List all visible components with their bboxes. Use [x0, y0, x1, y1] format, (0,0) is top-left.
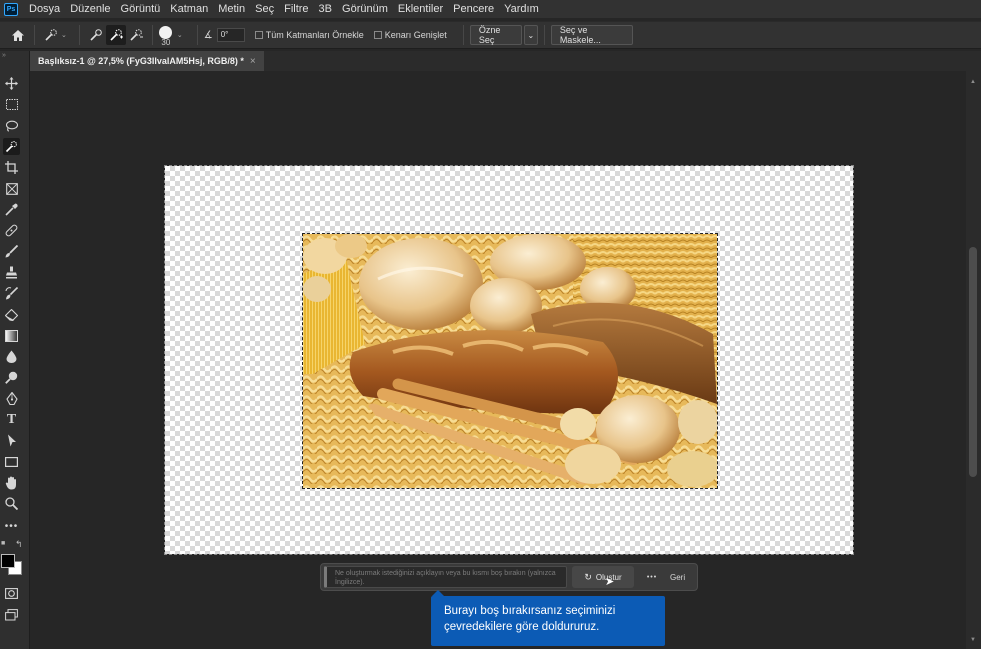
menu-file[interactable]: Dosya — [24, 3, 65, 15]
quick-selection-tool-icon[interactable] — [3, 138, 20, 155]
generate-button[interactable]: ↻ Oluştur ➤ — [572, 566, 634, 588]
bread-and-pasta-image — [302, 233, 718, 489]
healing-brush-tool-icon[interactable] — [3, 222, 20, 239]
menu-plugins[interactable]: Eklentiler — [393, 3, 448, 15]
menu-view[interactable]: Görünüm — [337, 3, 393, 15]
chevron-down-icon[interactable]: ⌄ — [177, 31, 183, 39]
more-tools-icon[interactable]: ••• — [3, 518, 20, 535]
swap-colors-icon[interactable]: ↰ — [15, 539, 23, 550]
close-tab-icon[interactable]: × — [250, 56, 256, 67]
dodge-tool-icon[interactable] — [3, 369, 20, 386]
angle-input[interactable]: 0° — [216, 28, 245, 42]
foreground-color-swatch[interactable] — [1, 554, 15, 568]
document-tab[interactable]: Başlıksız-1 @ 27,5% (FyG3IlvalAM5Hsj, RG… — [30, 51, 264, 71]
document-tab-bar: Başlıksız-1 @ 27,5% (FyG3IlvalAM5Hsj, RG… — [30, 51, 981, 71]
enhance-edge-label: Kenarı Genişlet — [384, 30, 447, 40]
scrollbar-thumb[interactable] — [969, 247, 977, 477]
menu-layer[interactable]: Katman — [165, 3, 213, 15]
generative-fill-tooltip: Burayı boş bırakırsanız seçiminizi çevre… — [431, 596, 665, 646]
hand-tool-icon[interactable] — [3, 474, 20, 491]
document-tab-title: Başlıksız-1 @ 27,5% (FyG3IlvalAM5Hsj, RG… — [38, 56, 244, 66]
eraser-tool-icon[interactable] — [3, 306, 20, 323]
brush-tool-icon[interactable] — [3, 243, 20, 260]
menu-help[interactable]: Yardım — [499, 3, 544, 15]
crop-tool-icon[interactable] — [3, 159, 20, 176]
subtract-from-selection-brush-icon[interactable] — [126, 25, 146, 45]
generate-icon: ↻ — [584, 571, 592, 582]
move-tool-icon[interactable] — [3, 75, 20, 92]
contextual-task-bar: Ne oluşturmak istediğinizi açıklayın vey… — [320, 563, 698, 591]
enhance-edge-checkbox[interactable]: Kenarı Genişlet — [373, 30, 447, 40]
options-divider — [151, 25, 153, 45]
panel-collapse-icon[interactable]: » — [2, 52, 6, 59]
screen-mode-icon[interactable] — [3, 606, 20, 623]
options-bar: ⌄ 30 ⌄ ∡ 0° Tüm Katmanları Örnekle Kenar… — [0, 21, 981, 49]
photoshop-window: Ps Dosya Düzenle Görüntü Katman Metin Se… — [0, 0, 981, 649]
add-to-selection-brush-icon[interactable] — [105, 25, 126, 45]
sample-all-layers-label: Tüm Katmanları Örnekle — [265, 30, 364, 40]
menu-3d[interactable]: 3B — [314, 3, 337, 15]
chevron-down-icon[interactable]: ⌄ — [61, 31, 67, 39]
brush-size-picker[interactable]: 30 — [158, 21, 173, 49]
rectangle-tool-icon[interactable] — [3, 453, 20, 470]
path-selection-tool-icon[interactable] — [3, 432, 20, 449]
mouse-cursor-icon: ➤ — [605, 576, 615, 588]
brush-circle-icon — [158, 25, 172, 39]
default-colors-icon[interactable]: ■ — [1, 540, 5, 547]
select-subject-button[interactable]: Özne Seç — [469, 25, 522, 45]
options-divider — [78, 25, 80, 45]
tool-preset-quick-selection-icon[interactable] — [41, 25, 61, 45]
zoom-tool-icon[interactable] — [3, 495, 20, 512]
ps-logo-icon: Ps — [4, 2, 18, 16]
select-and-mask-button[interactable]: Seç ve Maskele... — [550, 25, 633, 45]
history-brush-tool-icon[interactable] — [3, 285, 20, 302]
eyedropper-tool-icon[interactable] — [3, 201, 20, 218]
options-divider — [543, 25, 545, 45]
new-selection-brush-icon[interactable] — [86, 25, 106, 45]
options-divider — [196, 25, 198, 45]
tools-panel: » T ••• ■ ↰ — [0, 51, 30, 649]
options-divider — [462, 25, 464, 45]
home-icon[interactable] — [8, 25, 28, 45]
vertical-scrollbar[interactable]: ▲ ▼ — [966, 71, 981, 649]
menu-window[interactable]: Pencere — [448, 3, 499, 15]
menu-select[interactable]: Seç — [250, 3, 279, 15]
blur-tool-icon[interactable] — [3, 348, 20, 365]
type-tool-icon[interactable]: T — [3, 411, 20, 428]
scroll-down-icon[interactable]: ▼ — [969, 637, 977, 645]
back-button[interactable]: Geri — [670, 573, 685, 582]
scroll-up-icon[interactable]: ▲ — [969, 79, 977, 87]
select-subject-chevron-icon[interactable]: ⌄ — [523, 25, 538, 45]
lasso-tool-icon[interactable] — [3, 117, 20, 134]
generative-fill-prompt-input[interactable]: Ne oluşturmak istediğinizi açıklayın vey… — [324, 566, 567, 588]
checkbox-box[interactable] — [254, 31, 263, 39]
checkbox-box[interactable] — [373, 31, 382, 39]
clone-stamp-tool-icon[interactable] — [3, 264, 20, 281]
more-options-icon: ••• — [646, 573, 658, 581]
menu-bar: Ps Dosya Düzenle Görüntü Katman Metin Se… — [0, 0, 981, 18]
menu-filter[interactable]: Filtre — [279, 3, 313, 15]
frame-tool-icon[interactable] — [3, 180, 20, 197]
marquee-tool-icon[interactable] — [3, 96, 20, 113]
menu-type[interactable]: Metin — [213, 3, 250, 15]
gradient-tool-icon[interactable] — [3, 327, 20, 344]
quick-mask-icon[interactable] — [3, 585, 20, 602]
menu-image[interactable]: Görüntü — [116, 3, 166, 15]
brush-size-value: 30 — [161, 38, 171, 47]
angle-icon: ∡ — [203, 29, 213, 41]
pen-tool-icon[interactable] — [3, 390, 20, 407]
sample-all-layers-checkbox[interactable]: Tüm Katmanları Örnekle — [254, 30, 364, 40]
options-divider — [34, 25, 35, 45]
more-options-button[interactable]: ••• — [642, 566, 662, 588]
menu-edit[interactable]: Düzenle — [65, 3, 115, 15]
